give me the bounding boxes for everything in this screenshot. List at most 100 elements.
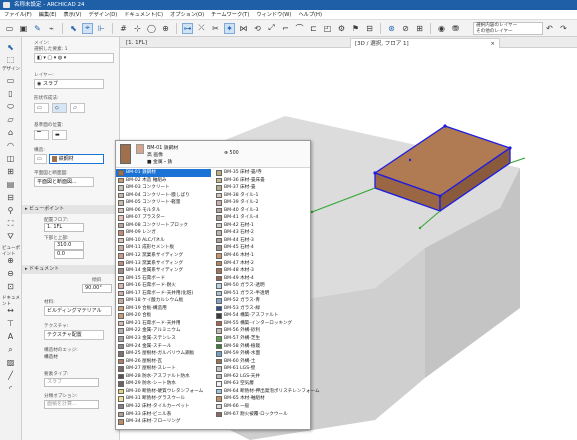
reference-top-button[interactable]: ▔ bbox=[34, 130, 49, 140]
material-item[interactable]: BM-09 レンガ bbox=[116, 229, 211, 237]
shell-icon[interactable]: ◠ bbox=[5, 140, 16, 151]
menu-help[interactable]: ヘルプ(H) bbox=[298, 11, 322, 18]
material-item[interactable]: BM-22 金属-アルミニウム bbox=[116, 327, 211, 335]
material-item[interactable]: BM-26 屋根材-瓦 bbox=[116, 358, 211, 366]
view-icon[interactable]: ⊞ bbox=[414, 23, 425, 34]
stair-icon[interactable]: ▤ bbox=[5, 179, 16, 190]
material-item[interactable]: BM-02 木造 軸組み bbox=[116, 177, 211, 185]
material-item[interactable]: BM-53 ガラス-緑 bbox=[214, 305, 309, 313]
material-item[interactable]: BM-19 合板-構造用 bbox=[116, 305, 211, 313]
material-item[interactable]: BM-47 木材-2 bbox=[214, 260, 309, 268]
offset-icon[interactable]: ⤫ bbox=[196, 23, 207, 34]
material-item[interactable]: BM-62 LGS-天井 bbox=[214, 373, 309, 381]
menu-teamwork[interactable]: チームワーク(T) bbox=[211, 11, 249, 18]
material-item[interactable]: BM-38 タイル-1 bbox=[214, 192, 309, 200]
material-item[interactable]: BM-40 タイル-3 bbox=[214, 207, 309, 215]
material-item[interactable]: BM-56 外構-砂利 bbox=[214, 327, 309, 335]
rotate-icon[interactable]: ⟲ bbox=[252, 23, 263, 34]
material-item[interactable]: BM-36 床材-畳床畳 bbox=[214, 177, 309, 185]
material-item[interactable]: BM-10 ALCパネル bbox=[116, 237, 211, 245]
split-icon[interactable]: ✂ bbox=[210, 23, 221, 34]
menu-document[interactable]: ドキュメント(C) bbox=[124, 11, 163, 18]
dimension-icon[interactable]: ↔ bbox=[5, 305, 16, 316]
zoom-icon[interactable]: ⊕ bbox=[160, 23, 171, 34]
material-item[interactable]: BM-33 床材-ビニル系 bbox=[116, 411, 211, 419]
level-icon[interactable]: ⊤ bbox=[5, 318, 16, 329]
fillet-icon[interactable]: ◰ bbox=[322, 23, 333, 34]
material-item[interactable]: BM-42 石材-1 bbox=[214, 222, 309, 230]
circle-icon[interactable]: ◯ bbox=[146, 23, 157, 34]
flag-icon[interactable]: ⚑ bbox=[350, 23, 361, 34]
marquee-icon[interactable]: ⬚ bbox=[5, 54, 16, 65]
wall-icon[interactable]: ▭ bbox=[5, 75, 16, 86]
material-item[interactable]: BM-12 窯業系サイディング bbox=[116, 252, 211, 260]
material-item[interactable]: BM-04 コンクリート-膜しばり bbox=[116, 192, 211, 200]
geometry-rect-button[interactable]: ▭ bbox=[34, 103, 49, 113]
hotspot[interactable] bbox=[373, 171, 377, 175]
beam-icon[interactable]: ⬭ bbox=[5, 101, 16, 112]
redo-icon[interactable]: ↷ bbox=[558, 23, 569, 34]
column-icon[interactable]: ▯ bbox=[5, 88, 16, 99]
material-item[interactable]: BM-06 モルタル bbox=[116, 207, 211, 215]
classification-button[interactable]: 面積を計算... bbox=[44, 400, 99, 409]
floorplan-button[interactable]: 平面図と断面図... bbox=[34, 177, 94, 187]
explode-icon[interactable]: ⚙ bbox=[336, 23, 347, 34]
material-item[interactable]: BM-55 構築-インターロッキング bbox=[214, 320, 309, 328]
material-item[interactable]: BM-23 金属-ステンレス bbox=[116, 335, 211, 343]
material-item[interactable]: BM-29 防水-シート防水 bbox=[116, 380, 211, 388]
arrow-icon[interactable]: ⬉ bbox=[5, 42, 16, 53]
guide-icon[interactable]: ⊩ bbox=[96, 23, 107, 34]
undo-icon[interactable]: ↶ bbox=[544, 23, 555, 34]
tab-3d-view[interactable]: [3D / 選択, フロア 1] × bbox=[350, 38, 500, 48]
material-item[interactable]: BM-48 木材-3 bbox=[214, 267, 309, 275]
door-icon[interactable]: ◫ bbox=[5, 153, 16, 164]
material-item[interactable]: BM-14 金属系サイディング bbox=[116, 267, 211, 275]
text-icon[interactable]: A bbox=[5, 331, 16, 342]
material-item[interactable]: BM-63 空気層 bbox=[214, 380, 309, 388]
material-item[interactable]: BM-24 金属-スチール bbox=[116, 343, 211, 351]
offset-field-1[interactable]: 310.0 bbox=[54, 241, 84, 250]
mirror-icon[interactable]: ⋈ bbox=[238, 23, 249, 34]
tab-floor-plan[interactable]: [1. 1FL] bbox=[122, 38, 192, 48]
material-item[interactable]: BM-64 断熱材-押出発泡ポリスチレンフォーム bbox=[214, 388, 320, 396]
align-icon[interactable]: ⊶ bbox=[182, 22, 193, 34]
cursor-snap-icon[interactable]: ⊹ bbox=[132, 23, 143, 34]
hotspot[interactable] bbox=[443, 124, 447, 128]
material-item[interactable]: BM-31 断熱材-グラスウール bbox=[116, 395, 211, 403]
material-item[interactable]: BM-20 合板 bbox=[116, 312, 211, 320]
material-item[interactable]: BM-25 屋根材-ガルバリウム鋼板 bbox=[116, 350, 211, 358]
material-item[interactable]: BM-34 床材-フローリング bbox=[116, 418, 211, 426]
layer-quick-options[interactable]: 選択内容のレイヤー その他のレイヤー bbox=[473, 22, 543, 35]
material-item[interactable]: BM-27 屋根材-スレート bbox=[116, 365, 211, 373]
pencil-icon[interactable]: ✎ bbox=[32, 23, 43, 34]
label-icon[interactable]: ⌕ bbox=[5, 344, 16, 355]
material-item[interactable]: BM-17 石膏ボード-天井用(化粧) bbox=[116, 290, 211, 298]
stretch-icon[interactable]: ⤢ bbox=[266, 23, 277, 34]
hotspot[interactable] bbox=[408, 158, 412, 162]
material-item[interactable]: BM-08 コンクリートブロック bbox=[116, 222, 211, 230]
structure-select[interactable]: 鉄鋼材 bbox=[49, 154, 104, 164]
section-icon[interactable]: ⊕ bbox=[5, 255, 16, 266]
layer-settings-icon[interactable]: ⛃ bbox=[450, 23, 461, 34]
material-item[interactable]: BM-07 プラスター bbox=[116, 214, 211, 222]
material-item[interactable]: BM-51 ガラス-半透明 bbox=[214, 290, 309, 298]
material-item[interactable]: BM-58 外構-植栽 bbox=[214, 343, 309, 351]
elevation-tool-icon[interactable]: ⊖ bbox=[5, 268, 16, 279]
roof-icon[interactable]: ⌂ bbox=[5, 127, 16, 138]
viewpoint-section-header[interactable]: ▸ ビューポイント bbox=[22, 205, 120, 214]
settings-button-group[interactable]: ◧ ▾ ▢ ▾ ◍ ▾ bbox=[34, 53, 114, 63]
material-item[interactable]: BM-30 断熱材-硬質ウレタンフォーム bbox=[116, 388, 211, 396]
hotspot[interactable] bbox=[310, 210, 314, 214]
magic-wand-icon[interactable]: ✦ bbox=[224, 22, 235, 34]
material-item[interactable]: BM-05 コンクリート-軽量 bbox=[116, 199, 211, 207]
material-item[interactable]: BM-57 外構-芝生 bbox=[214, 335, 309, 343]
material-item[interactable]: BM-44 石材-3 bbox=[214, 237, 309, 245]
material-item[interactable]: BM-45 石材-4 bbox=[214, 244, 309, 252]
trim-icon[interactable]: ⊏ bbox=[308, 23, 319, 34]
eye-icon[interactable]: ◉ bbox=[436, 23, 447, 34]
hotspot[interactable] bbox=[438, 194, 442, 198]
elevation-icon[interactable]: ⊟ bbox=[364, 23, 375, 34]
arc-icon[interactable]: ◜ bbox=[5, 383, 16, 394]
material-item[interactable]: BM-59 外構-水面 bbox=[214, 350, 309, 358]
pen-set-icon[interactable]: ⊘ bbox=[400, 23, 411, 34]
